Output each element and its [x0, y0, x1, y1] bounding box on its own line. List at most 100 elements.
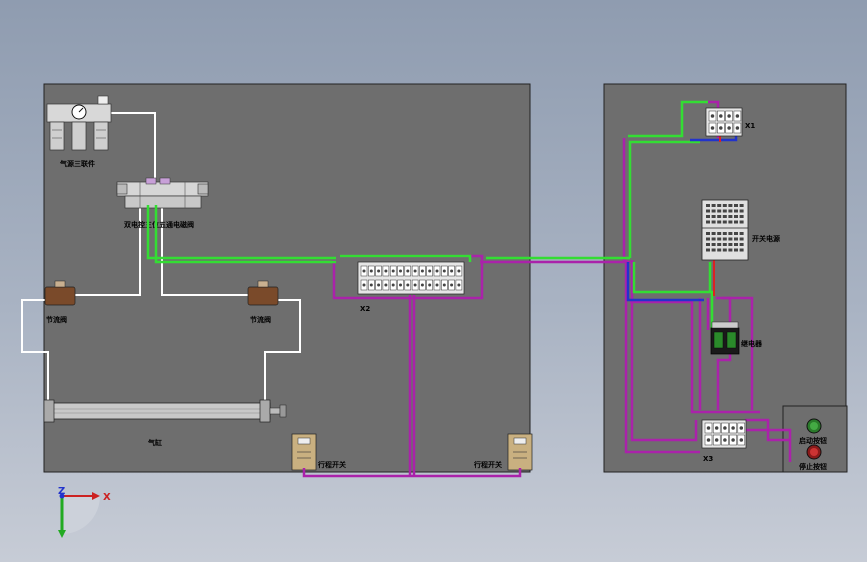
vent-slot — [722, 215, 727, 218]
terminal-screw — [735, 126, 740, 130]
vent-slot — [722, 220, 727, 224]
vent-slot — [706, 248, 710, 252]
vent-slot — [722, 232, 727, 235]
start-button[interactable] — [806, 418, 822, 434]
vent-slot — [717, 215, 722, 218]
terminal-screw — [442, 283, 446, 287]
terminal-screw — [362, 283, 366, 287]
terminal-block-x1[interactable] — [705, 107, 743, 137]
vent-slot — [711, 220, 716, 224]
flow-left-label: 节流阀 — [46, 315, 67, 324]
terminal-screw — [739, 426, 744, 430]
vent-slot — [706, 209, 710, 213]
terminal-screw — [406, 283, 410, 287]
terminal-screw — [420, 269, 424, 273]
relay[interactable] — [710, 321, 740, 355]
terminal-screw — [714, 426, 719, 430]
axis-z-label: Z — [58, 486, 65, 497]
terminal-screw — [442, 269, 446, 273]
vent-slot — [706, 215, 710, 218]
piston-rod — [269, 407, 281, 415]
terminal-screw — [384, 269, 388, 273]
flow-right-label: 节流阀 — [250, 315, 271, 324]
vent-slot — [717, 243, 722, 246]
vent-slot — [711, 237, 716, 241]
vent-slot — [722, 204, 727, 207]
start-label: 启动按钮 — [799, 436, 827, 445]
terminal-screw — [727, 114, 731, 118]
vent-slot — [734, 237, 738, 241]
terminal-screw — [377, 269, 381, 273]
vent-slot — [734, 215, 738, 218]
terminal-block-x2[interactable] — [357, 261, 465, 295]
terminal-screw — [731, 426, 735, 430]
terminal-screw — [706, 426, 711, 430]
vent-slot — [728, 237, 733, 241]
vent-slot — [717, 237, 722, 241]
terminal-screw — [369, 269, 373, 273]
vent-slot — [739, 204, 744, 207]
terminal-screw — [399, 283, 402, 287]
x3-label: X3 — [703, 455, 713, 463]
vent-slot — [711, 209, 716, 213]
cylinder-label: 气缸 — [147, 438, 162, 447]
switching-power-supply[interactable] — [701, 199, 749, 261]
vent-slot — [739, 248, 744, 252]
terminal-screw — [719, 126, 723, 130]
limit-right-label: 行程开关 — [473, 460, 502, 469]
solenoid-coil-a — [145, 177, 157, 185]
terminal-screw — [457, 269, 461, 273]
vent-slot — [706, 220, 710, 224]
terminal-screw — [719, 114, 723, 118]
vent-slot — [717, 248, 722, 252]
terminal-screw — [714, 438, 719, 442]
vent-slot — [734, 243, 738, 246]
limit-switch-left[interactable] — [291, 433, 317, 471]
vent-slot — [711, 243, 716, 246]
vent-slot — [711, 248, 716, 252]
terminal-screw — [428, 269, 432, 273]
vent-slot — [722, 248, 727, 252]
terminal-block-x3[interactable] — [701, 419, 747, 449]
vent-slot — [728, 209, 733, 213]
x2-label: X2 — [360, 305, 370, 313]
terminal-screw — [391, 283, 395, 287]
vent-slot — [728, 243, 733, 246]
vent-slot — [734, 220, 738, 224]
relay-label: 继电器 — [741, 339, 763, 348]
vent-slot — [734, 248, 738, 252]
terminal-screw — [727, 126, 731, 130]
frl-unit[interactable] — [46, 95, 112, 151]
terminal-screw — [435, 283, 439, 287]
limit-switch-right[interactable] — [507, 433, 533, 471]
stop-button[interactable] — [806, 444, 822, 460]
terminal-screw — [450, 283, 454, 287]
vent-slot — [717, 232, 722, 235]
frl-label: 气源三联件 — [59, 159, 95, 168]
terminal-screw — [406, 269, 410, 273]
terminal-screw — [377, 283, 381, 287]
vent-slot — [722, 209, 727, 213]
vent-slot — [728, 248, 733, 252]
vent-slot — [711, 215, 716, 218]
vent-slot — [717, 204, 722, 207]
terminal-screw — [369, 283, 373, 287]
vent-slot — [734, 204, 738, 207]
vent-slot — [739, 237, 744, 241]
pneumatic-electrical-assembly: 气源三联件 双电控三位五通电磁阀 节流阀 节流阀 气缸 行程开关 行程开关 X2… — [21, 83, 848, 538]
terminal-screw — [413, 269, 417, 273]
terminal-screw — [362, 269, 366, 273]
solenoid-valve[interactable] — [116, 177, 209, 209]
terminal-screw — [723, 438, 727, 442]
terminal-screw — [723, 426, 727, 430]
axis-triad: X Z — [58, 486, 111, 538]
terminal-screw — [399, 269, 402, 273]
vent-slot — [722, 243, 727, 246]
terminal-screw — [413, 283, 417, 287]
terminal-screw — [384, 283, 388, 287]
vent-slot — [706, 232, 710, 235]
vent-slot — [728, 232, 733, 235]
terminal-screw — [735, 114, 740, 118]
pneumatic-cylinder[interactable] — [43, 399, 287, 423]
vent-slot — [739, 243, 744, 246]
